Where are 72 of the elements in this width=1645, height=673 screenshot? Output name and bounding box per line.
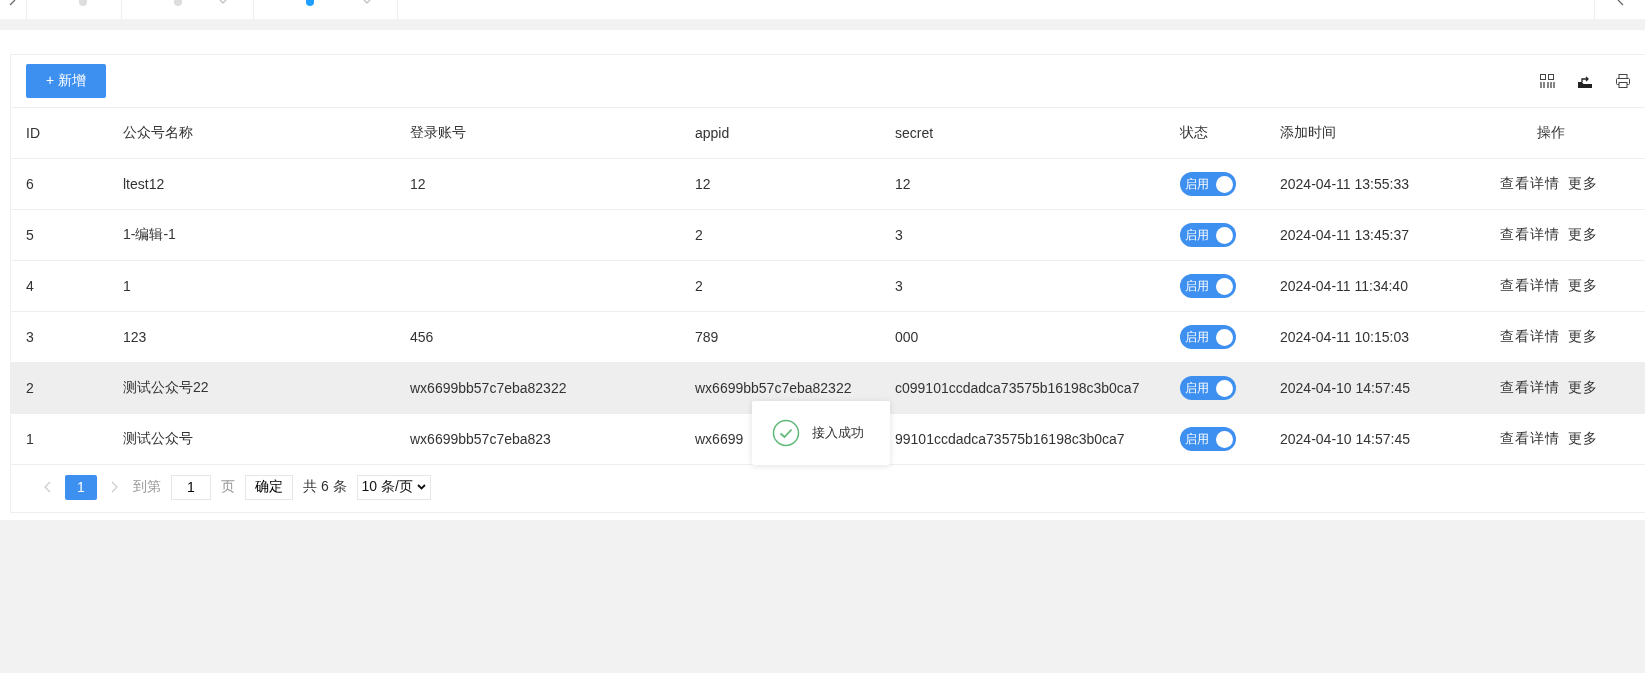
column-header: ID <box>26 125 40 141</box>
table-cell: wx6699bb57c7eba82322 <box>695 380 852 396</box>
page-size-select[interactable]: 10 条/页 <box>356 474 431 500</box>
table-cell: 2 <box>26 380 34 396</box>
column-header: 公众号名称 <box>123 124 193 140</box>
print-icon[interactable] <box>1615 73 1631 89</box>
table-cell: wx6699bb57c7eba82322 <box>410 380 567 396</box>
table-cell: 1 <box>26 431 34 447</box>
table-cell: wx6699 <box>695 431 744 447</box>
action-link[interactable]: 更多 <box>1568 226 1598 244</box>
table-cell: 2024-04-11 13:45:37 <box>1280 227 1409 243</box>
tab[interactable] <box>253 0 398 19</box>
action-link[interactable]: 查看详情 <box>1500 328 1560 346</box>
table-cell: 2024-04-11 11:34:40 <box>1280 278 1408 294</box>
action-link[interactable]: 更多 <box>1568 430 1598 448</box>
total-count: 共 6 条 <box>303 478 347 496</box>
table-cell: 456 <box>410 329 434 345</box>
table-cell: 2024-04-11 13:55:33 <box>1280 176 1409 192</box>
table-cell: 12 <box>895 176 911 192</box>
table-cell: 5 <box>26 227 34 243</box>
table-cell: 测试公众号22 <box>123 379 209 395</box>
page-input[interactable]: 1 <box>171 474 211 500</box>
confirm-button[interactable]: 确定 <box>245 474 293 500</box>
action-link[interactable]: 更多 <box>1568 328 1598 346</box>
table-cell: 2 <box>695 227 703 243</box>
table-cell: 6 <box>26 176 34 192</box>
table-cell: 2024-04-11 10:15:03 <box>1280 329 1409 345</box>
table-cell: wx6699bb57c7eba823 <box>410 431 551 447</box>
column-header: 登录账号 <box>410 124 466 140</box>
column-header: 状态 <box>1180 124 1208 140</box>
column-header: 添加时间 <box>1280 124 1336 140</box>
table-cell: 2 <box>695 278 703 294</box>
table-cell: 3 <box>895 278 903 294</box>
caret-down-icon <box>416 484 426 490</box>
table-row[interactable]: 6 ltest12 12 12 12 启用 2024-04-11 13:55:33 查看详情 更多 <box>11 159 1645 210</box>
action-link[interactable]: 更多 <box>1568 277 1598 295</box>
table-cell: 12 <box>695 176 711 192</box>
chevron-right-icon[interactable] <box>111 481 119 493</box>
action-link[interactable]: 查看详情 <box>1500 175 1560 193</box>
table-row[interactable]: 4 1 2 3 启用 2024-04-11 11:34:40 查看详情 更多 <box>11 261 1645 312</box>
action-link[interactable]: 查看详情 <box>1500 226 1560 244</box>
table-cell: 123 <box>123 329 147 345</box>
action-link[interactable]: 查看详情 <box>1500 277 1560 295</box>
toast-message: 接入成功 <box>752 401 890 465</box>
column-header: secret <box>895 125 934 141</box>
column-header: appid <box>695 125 730 141</box>
table-cell: 4 <box>26 278 34 294</box>
table-cell: 789 <box>695 329 719 345</box>
table-cell: c099101ccdadca73575b16198c3b0ca7 <box>895 380 1140 396</box>
action-link[interactable]: 查看详情 <box>1500 379 1560 397</box>
table-cell: 2024-04-10 14:57:45 <box>1280 380 1410 396</box>
table-cell: ltest12 <box>123 176 165 192</box>
action-link[interactable]: 更多 <box>1568 379 1598 397</box>
table-cell: 000 <box>895 329 919 345</box>
table-row[interactable]: 5 1-编辑-1 2 3 启用 2024-04-11 13:45:37 查看详情 更多 <box>11 210 1645 261</box>
chevron-left-icon[interactable] <box>43 481 51 493</box>
table-cell: 12 <box>410 176 426 192</box>
table-cell: 1 <box>123 278 131 294</box>
column-header: 操作 <box>1537 124 1565 142</box>
table-row[interactable]: 2 测试公众号22 wx6699bb57c7eba82322 wx6699bb57c7eba82322 c099101ccdadca73575b16198c3b0ca7 启用 2024-04-10 14:57:45 查看详情 更多 <box>11 363 1645 414</box>
columns-icon[interactable] <box>1539 73 1555 89</box>
table-cell: 3 <box>895 227 903 243</box>
table-cell: 测试公众号 <box>123 430 193 446</box>
table-cell: 99101ccdadca73575b16198c3b0ca7 <box>895 431 1125 447</box>
check-circle-icon <box>772 419 800 447</box>
table-cell: 3 <box>26 329 34 345</box>
table-cell: 1-编辑-1 <box>123 226 176 242</box>
action-link[interactable]: 查看详情 <box>1500 430 1560 448</box>
action-link[interactable]: 更多 <box>1568 175 1598 193</box>
table-cell: 2024-04-10 14:57:45 <box>1280 431 1410 447</box>
goto-label: 到第 <box>133 478 161 496</box>
page-unit-label: 页 <box>221 478 235 496</box>
